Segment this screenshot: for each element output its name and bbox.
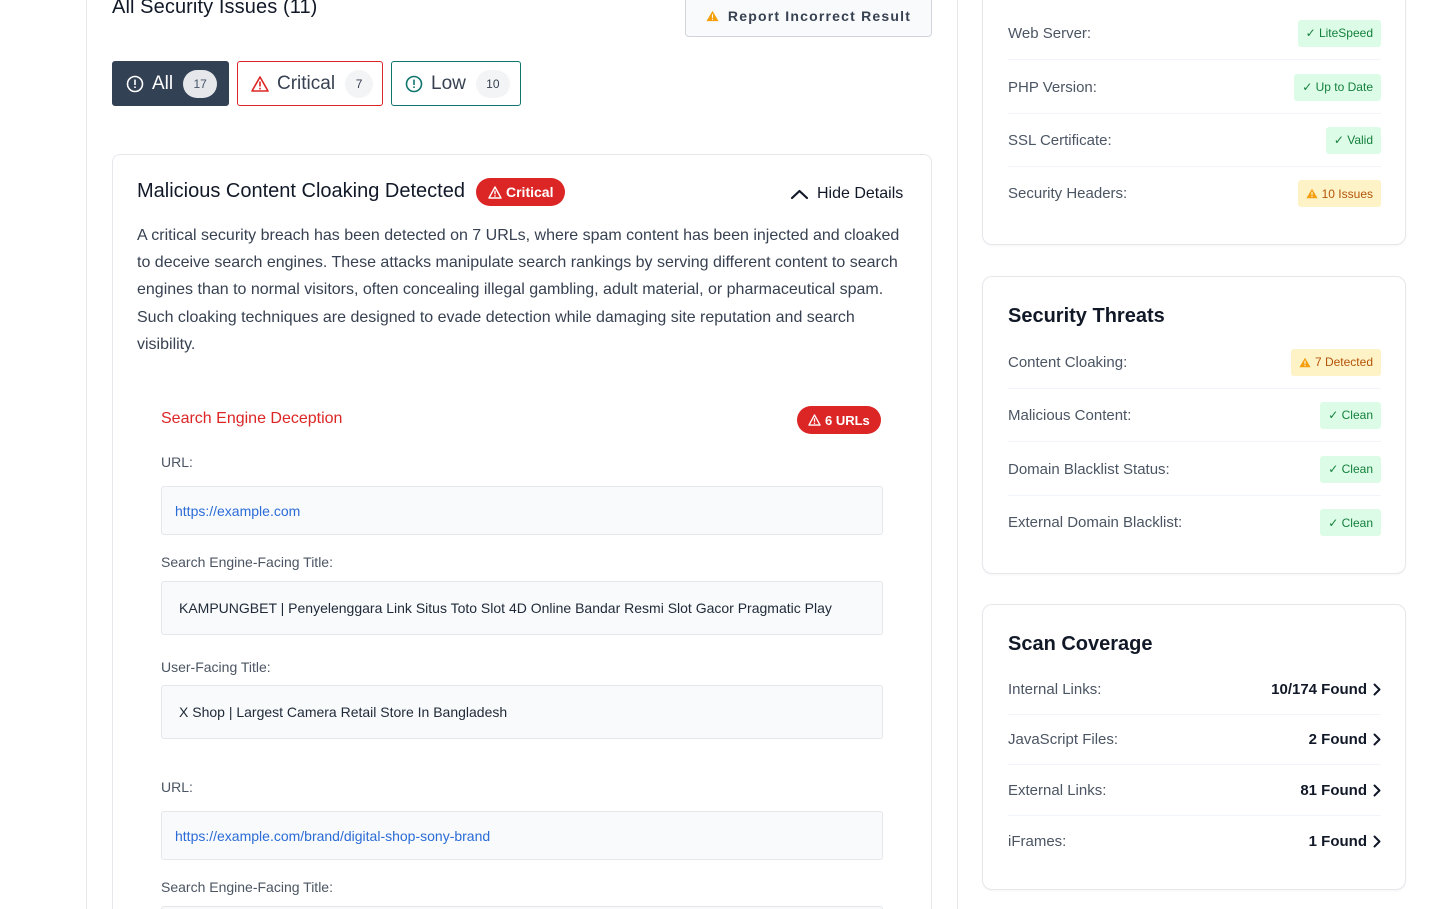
report-incorrect-result-button[interactable]: Report Incorrect Result [685, 0, 932, 37]
url-count-label: 6 URLs [825, 412, 870, 428]
hide-details-label: Hide Details [817, 185, 904, 202]
security-threats-card: Security Threats Content Cloaking: 7 Det… [982, 276, 1406, 574]
filter-count: 10 [475, 69, 510, 98]
warning-triangle-icon [488, 185, 502, 199]
row-label: Security Headers: [1008, 185, 1128, 202]
filter-count: 17 [183, 69, 218, 98]
warning-icon [1299, 357, 1311, 367]
filter-count: 7 [345, 69, 374, 98]
search-engine-title-field: KAMPUNGBET | Penyelenggara Link Situs To… [161, 581, 883, 635]
found-link[interactable]: 81 Found [1300, 782, 1381, 799]
chevron-right-icon [1373, 683, 1381, 695]
card-title: Scan Coverage [1008, 633, 1153, 655]
row-label: Domain Blacklist Status: [1008, 460, 1170, 478]
coverage-row-javascript-files: JavaScript Files: 2 Found [1008, 715, 1381, 765]
row-label: JavaScript Files: [1008, 731, 1119, 748]
filter-all[interactable]: All 17 [112, 61, 229, 106]
url-field[interactable]: https://example.com [161, 486, 883, 535]
threat-row-content-cloaking: Content Cloaking: 7 Detected [1008, 336, 1381, 389]
row-label: PHP Version: [1008, 78, 1097, 96]
threat-row-domain-blacklist: Domain Blacklist Status: ✓ Clean [1008, 443, 1381, 496]
found-label: 10/174 Found [1271, 680, 1367, 698]
url-count-badge: 6 URLs [797, 406, 881, 434]
filter-low[interactable]: Low 10 [391, 61, 521, 106]
warning-icon [706, 10, 719, 21]
found-link[interactable]: 1 Found [1309, 833, 1381, 850]
user-title-field: X Shop | Largest Camera Retail Store In … [161, 685, 883, 739]
coverage-row-iframes: iFrames: 1 Found [1008, 816, 1381, 866]
chevron-right-icon [1373, 733, 1381, 746]
server-info-card: Web Server: ✓ LiteSpeed PHP Version: ✓ U… [982, 0, 1406, 245]
server-row-php-version: PHP Version: ✓ Up to Date [1008, 61, 1381, 114]
search-engine-title-value: KAMPUNGBET | Penyelenggara Link Situs To… [179, 600, 832, 616]
hide-details-toggle[interactable]: Hide Details [790, 185, 903, 203]
warning-triangle-icon [808, 414, 821, 426]
search-engine-title-label: Search Engine-Facing Title: [161, 554, 333, 570]
user-title-label: User-Facing Title: [161, 659, 271, 675]
status-badge: ✓ Clean [1320, 401, 1381, 429]
chevron-right-icon [1373, 784, 1381, 796]
report-button-label: Report Incorrect Result [727, 7, 912, 24]
server-row-web-server: Web Server: ✓ LiteSpeed [1008, 7, 1381, 60]
status-badge-label: 10 Issues [1321, 186, 1373, 201]
status-badge: ✓ LiteSpeed [1297, 19, 1381, 47]
scan-coverage-card: Scan Coverage Internal Links: 10/174 Fou… [982, 604, 1406, 890]
row-label: Web Server: [1008, 24, 1092, 42]
row-label: Malicious Content: [1008, 406, 1132, 424]
server-row-security-headers: Security Headers: 10 Issues [1008, 167, 1381, 220]
severity-label: Critical [506, 184, 554, 200]
found-label: 2 Found [1308, 731, 1367, 748]
status-badge-label: 7 Detected [1314, 355, 1373, 369]
found-label: 1 Found [1308, 832, 1367, 850]
url-label: URL: [161, 779, 193, 795]
filter-label: All [152, 72, 174, 94]
filter-label: Critical [277, 72, 336, 94]
row-label: iFrames: [1008, 832, 1067, 850]
status-badge: ✓ Valid [1325, 126, 1381, 154]
url-label: URL: [161, 454, 193, 470]
warning-icon [1306, 188, 1318, 199]
threat-row-malicious-content: Malicious Content: ✓ Clean [1008, 389, 1381, 442]
coverage-row-internal-links: Internal Links: 10/174 Found [1008, 664, 1381, 715]
page-title: All Security Issues (11) [112, 0, 318, 18]
found-label: 81 Found [1300, 781, 1367, 799]
chevron-right-icon [1373, 835, 1381, 847]
row-label: Content Cloaking: [1008, 353, 1128, 371]
coverage-row-external-links: External Links: 81 Found [1008, 765, 1381, 816]
status-badge: ✓ Clean [1320, 509, 1381, 536]
search-engine-title-label: Search Engine-Facing Title: [161, 879, 333, 895]
url-link[interactable]: https://example.com [175, 503, 300, 519]
row-label: External Domain Blacklist: [1008, 514, 1183, 531]
section-title: Search Engine Deception [161, 410, 343, 427]
row-label: Internal Links: [1008, 680, 1102, 698]
row-label: SSL Certificate: [1008, 131, 1112, 149]
row-label: External Links: [1008, 781, 1107, 799]
chevron-up-icon [790, 189, 809, 200]
filter-critical[interactable]: Critical 7 [237, 61, 383, 106]
user-title-value: X Shop | Largest Camera Retail Store In … [179, 704, 508, 720]
status-badge: ✓ Up to Date [1294, 73, 1381, 101]
server-row-ssl-certificate: SSL Certificate: ✓ Valid [1008, 114, 1381, 167]
status-badge: 7 Detected [1290, 348, 1381, 376]
info-circle-icon [405, 75, 423, 93]
url-field[interactable]: https://example.com/brand/digital-shop-s… [161, 811, 883, 860]
issue-title: Malicious Content Cloaking Detected [137, 180, 465, 202]
severity-badge: Critical [476, 178, 566, 206]
url-link[interactable]: https://example.com/brand/digital-shop-s… [175, 828, 490, 844]
status-badge: ✓ Clean [1320, 455, 1381, 483]
info-circle-icon [126, 75, 144, 93]
found-link[interactable]: 2 Found [1309, 731, 1381, 748]
threat-row-external-domain-blacklist: External Domain Blacklist: ✓ Clean [1008, 496, 1381, 549]
issue-description: A critical security breach has been dete… [137, 227, 900, 353]
card-title: Security Threats [1008, 305, 1165, 327]
severity-filters: All 17 Critical 7 Low 10 [112, 61, 521, 106]
filter-label: Low [431, 72, 466, 94]
warning-triangle-icon [251, 75, 269, 92]
found-link[interactable]: 10/174 Found [1271, 681, 1381, 698]
status-badge: 10 Issues [1297, 180, 1381, 207]
